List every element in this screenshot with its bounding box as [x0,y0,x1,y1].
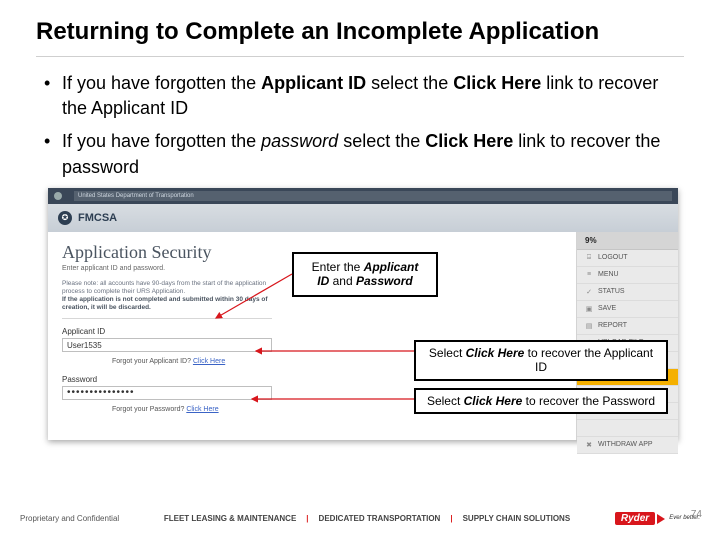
footer: Proprietary and Confidential FLEET LEASI… [0,504,720,532]
progress-header: 9% [577,232,678,250]
withdraw-icon: ✖ [585,441,593,449]
forgot-id-link[interactable]: Click Here [193,358,225,365]
callout-enter-credentials: Enter the Applicant ID and Password [292,252,438,297]
agency-banner: ✪ FMCSA [48,204,678,232]
window-control-icon [54,192,62,200]
callout-recover-password: Select Click Here to recover the Passwor… [414,388,668,414]
bullet-list: If you have forgotten the Applicant ID s… [0,71,720,180]
sidebar-item-save[interactable]: ▣SAVE [577,301,678,318]
report-icon: ▤ [585,322,593,330]
bullet-item: If you have forgotten the password selec… [40,129,680,179]
sidebar-item-menu[interactable]: ≡MENU [577,267,678,284]
agency-name: FMCSA [78,212,117,224]
browser-titlebar: United States Department of Transportati… [48,188,678,204]
note-box: Please note: all accounts have 90-days f… [62,280,272,320]
sidebar-item-status[interactable]: ✓STATUS [577,284,678,301]
bullet-item: If you have forgotten the Applicant ID s… [40,71,680,121]
sidebar-item-report[interactable]: ▤REPORT [577,318,678,335]
divider [36,56,684,57]
page-number: 74 [691,509,702,520]
window-title: United States Department of Transportati… [74,191,672,201]
footer-confidential: Proprietary and Confidential [20,514,119,523]
page-title: Returning to Complete an Incomplete Appl… [0,0,720,50]
forgot-password-link[interactable]: Click Here [186,406,218,413]
applicant-id-label: Applicant ID [62,327,564,336]
applicant-id-input[interactable]: User1535 [62,338,272,352]
callout-recover-id: Select Click Here to recover the Applica… [414,340,668,381]
logout-icon: ⍈ [585,254,593,262]
footer-services: FLEET LEASING & MAINTENANCE| DEDICATED T… [119,514,615,523]
ryder-wordmark: Ryder [615,512,655,525]
sidebar-item-blank2 [577,420,678,437]
sidebar-item-withdraw[interactable]: ✖WITHDRAW APP [577,437,678,454]
menu-icon: ≡ [585,271,593,279]
slide: Returning to Complete an Incomplete Appl… [0,0,720,540]
fmcsa-logo-icon: ✪ [58,211,72,225]
password-input[interactable]: ••••••••••••••• [62,386,272,400]
sidebar-item-logout[interactable]: ⍈LOGOUT [577,250,678,267]
save-icon: ▣ [585,305,593,313]
screenshot-region: United States Department of Transportati… [36,188,684,440]
status-icon: ✓ [585,288,593,296]
ryder-logo: Ryder Ever better. [615,512,700,525]
